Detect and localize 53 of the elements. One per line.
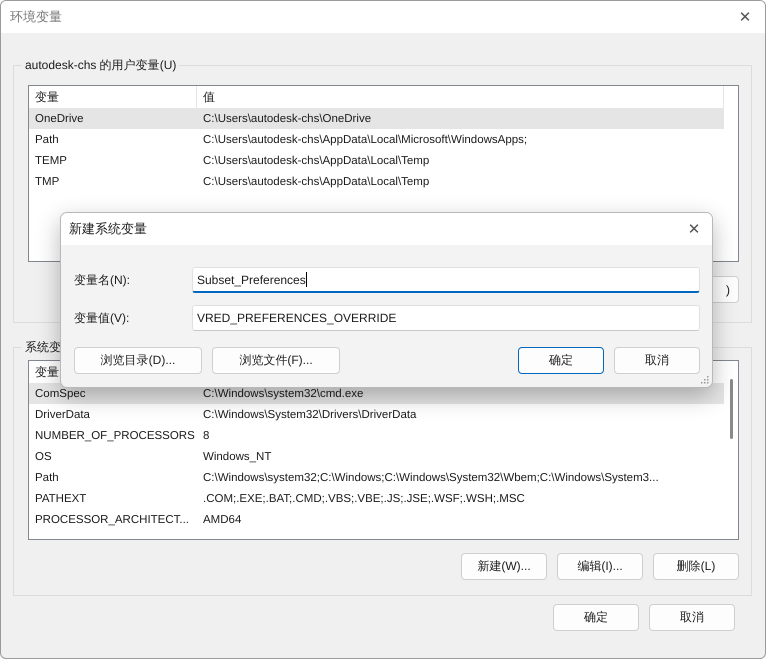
window-title: 环境变量 <box>10 8 62 26</box>
group-label: autodesk-chs 的用户变量(U) <box>24 57 178 74</box>
input-field[interactable]: Subset_Preferences <box>192 267 700 293</box>
variable-value: C:\Users\autodesk-chs\AppData\Local\Temp <box>202 176 430 188</box>
variable-value: .COM;.EXE;.BAT;.CMD;.VBS;.VBE;.JS;.JSE;.WSF;.WSH;.MSC <box>202 492 526 504</box>
list-row[interactable]: OneDrive C:\Users\autodesk-chs\OneDrive <box>29 108 724 129</box>
list-row[interactable]: TEMP C:\Users\autodesk-chs\AppData\Local\Temp <box>29 150 724 171</box>
dialog-button[interactable]: 确定 <box>518 347 604 374</box>
list-button[interactable]: 新建(W)... <box>461 553 547 580</box>
list-row[interactable]: DriverData C:\Windows\System32\Drivers\DriverData <box>29 404 724 425</box>
variable-name: Path <box>34 472 60 484</box>
scrollbar-thumb[interactable] <box>730 379 733 439</box>
variable-value: C:\Users\autodesk-chs\AppData\Local\Temp <box>202 154 430 166</box>
variable-value: C:\Windows\System32\Drivers\DriverData <box>202 408 418 420</box>
variable-name: ComSpec <box>34 388 86 400</box>
list-button[interactable]: 编辑(I)... <box>557 553 643 580</box>
variable-value: C:\Windows\system32;C:\Windows;C:\Windows\System32\Wbem;C:\Windows\System3... <box>202 472 660 484</box>
close-button[interactable]: ✕ <box>731 4 759 30</box>
variable-name: TEMP <box>34 154 68 166</box>
list-row[interactable]: Path C:\Windows\system32;C:\Windows;C:\Windows\System32\Wbem;C:\Windows\System3... <box>29 467 724 488</box>
list-row[interactable]: TMP C:\Users\autodesk-chs\AppData\Local\Temp <box>29 171 724 192</box>
group-label: 系统变 <box>24 339 62 356</box>
browse-button[interactable]: 浏览目录(D)... <box>74 347 202 374</box>
variable-value: C:\Users\autodesk-chs\OneDrive <box>202 112 372 124</box>
field-label: 变量名(N): <box>74 272 131 288</box>
variable-name: Path <box>34 134 60 146</box>
variable-value: C:\Users\autodesk-chs\AppData\Local\Microsoft\WindowsApps; <box>202 134 528 146</box>
variable-name: OS <box>34 450 53 462</box>
variable-value: Windows_NT <box>202 450 272 462</box>
input-field[interactable]: VRED_PREFERENCES_OVERRIDE <box>192 305 700 331</box>
variable-name: TMP <box>34 176 60 188</box>
browse-button[interactable]: 浏览文件(F)... <box>212 347 340 374</box>
variable-name: NUMBER_OF_PROCESSORS <box>34 430 196 442</box>
resize-grip-icon[interactable] <box>700 375 710 385</box>
variable-name: OneDrive <box>34 112 85 124</box>
variable-name: PATHEXT <box>34 492 88 504</box>
dialog-button[interactable]: 取消 <box>649 604 735 631</box>
dialog-button[interactable]: 取消 <box>614 347 700 374</box>
list-button[interactable]: 删除(L) <box>653 553 739 580</box>
dialog-title: 新建系统变量 <box>69 220 147 238</box>
variable-value: C:\Windows\system32\cmd.exe <box>202 388 364 400</box>
list-row[interactable]: PATHEXT .COM;.EXE;.BAT;.CMD;.VBS;.VBE;.JS;.JSE;.WSF;.WSH;.MSC <box>29 488 724 509</box>
variable-value: 8 <box>202 430 210 442</box>
list-row[interactable]: OS Windows_NT <box>29 446 724 467</box>
dialog-button[interactable]: 确定 <box>553 604 639 631</box>
field-label: 变量值(V): <box>74 310 130 326</box>
variable-name: DriverData <box>34 408 91 420</box>
list-row[interactable]: Path C:\Users\autodesk-chs\AppData\Local\Microsoft\WindowsApps; <box>29 129 724 150</box>
variable-name: PROCESSOR_ARCHITECT... <box>34 514 190 526</box>
variable-value: AMD64 <box>202 514 242 526</box>
close-button[interactable]: ✕ <box>680 216 708 242</box>
list-row[interactable]: NUMBER_OF_PROCESSORS 8 <box>29 425 724 446</box>
list-row[interactable]: PROCESSOR_ARCHITECT... AMD64 <box>29 509 724 530</box>
